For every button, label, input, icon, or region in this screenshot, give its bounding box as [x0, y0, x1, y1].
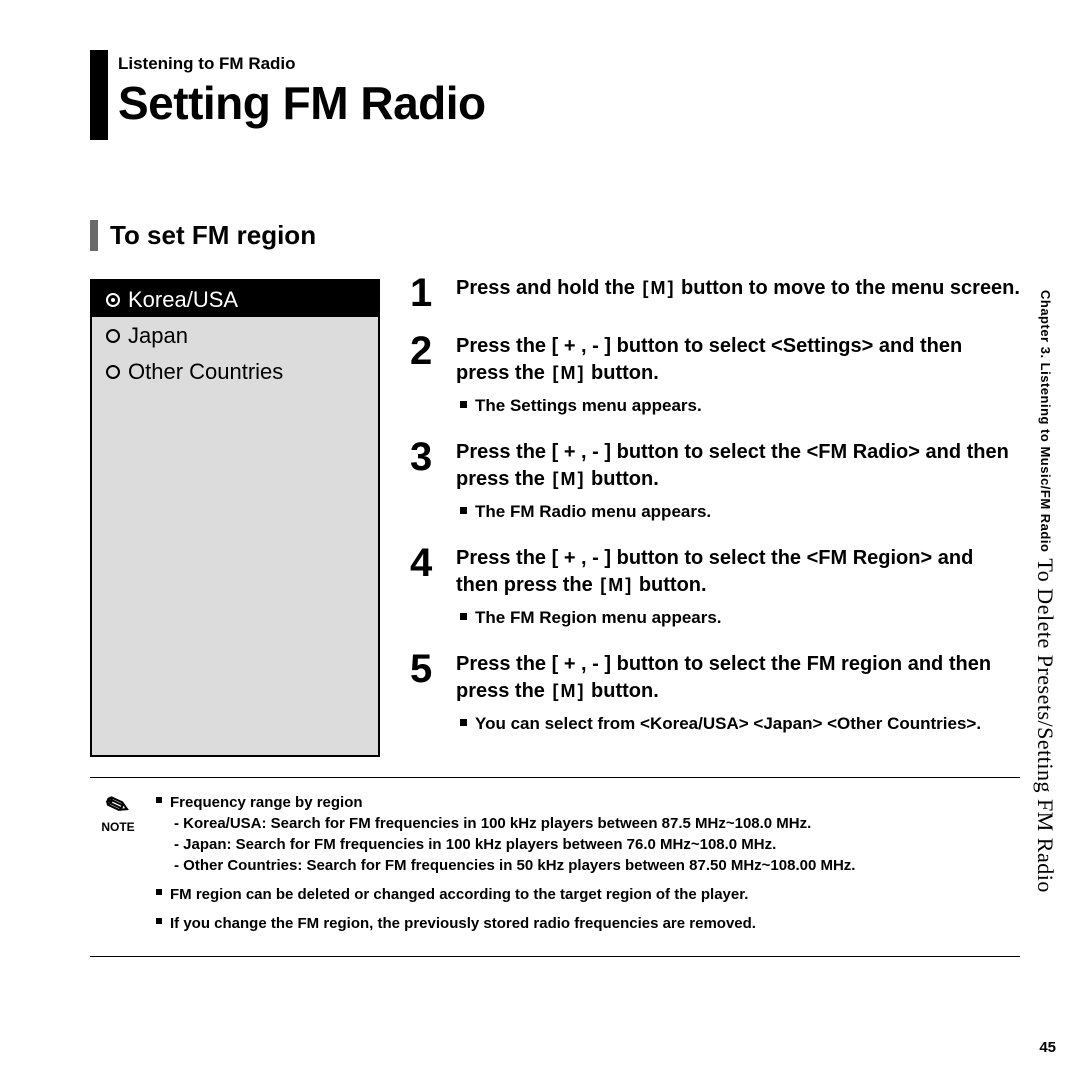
m-button-icon: M — [550, 361, 585, 385]
note-item: If you change the FM region, the previou… — [156, 913, 1016, 934]
step-sub-note: You can select from <Korea/USA> <Japan> … — [460, 713, 1020, 735]
square-bullet-icon — [460, 507, 467, 514]
step-list: 1 Press and hold the M button to move to … — [410, 275, 1030, 757]
radio-icon — [106, 365, 120, 379]
region-select-box: Korea/USA Japan Other Countries — [90, 279, 380, 757]
note-item: Frequency range by region- Korea/USA: Se… — [156, 792, 1016, 876]
title-block: Listening to FM Radio Setting FM Radio — [80, 50, 1030, 130]
step-body: Press the [ + , - ] button to select the… — [456, 439, 1020, 523]
step-instruction: Press the [ + , - ] button to select <Se… — [456, 333, 1020, 387]
step: 5 Press the [ + , - ] button to select th… — [410, 651, 1020, 735]
square-bullet-icon — [156, 797, 162, 803]
square-bullet-icon — [156, 918, 162, 924]
note-label: NOTE — [101, 820, 134, 834]
radio-icon — [106, 293, 120, 307]
region-option-label: Korea/USA — [128, 287, 238, 313]
page-title: Setting FM Radio — [118, 76, 1030, 130]
step: 2 Press the [ + , - ] button to select <S… — [410, 333, 1020, 417]
square-bullet-icon — [460, 613, 467, 620]
step-number: 2 — [410, 333, 442, 417]
m-button-icon: M — [550, 679, 585, 703]
note-item: FM region can be deleted or changed acco… — [156, 884, 1016, 905]
region-option[interactable]: Japan — [92, 317, 378, 353]
m-button-icon: M — [550, 467, 585, 491]
step-instruction: Press the [ + , - ] button to select the… — [456, 651, 1020, 705]
step-body: Press the [ + , - ] button to select <Se… — [456, 333, 1020, 417]
step-body: Press the [ + , - ] button to select the… — [456, 651, 1020, 735]
step-number: 1 — [410, 275, 442, 311]
breadcrumb: Listening to FM Radio — [118, 50, 1030, 74]
step: 1 Press and hold the M button to move to … — [410, 275, 1020, 311]
step-body: Press and hold the M button to move to t… — [456, 275, 1020, 311]
step-instruction: Press the [ + , - ] button to select the… — [456, 439, 1020, 493]
radio-icon — [106, 329, 120, 343]
square-bullet-icon — [156, 889, 162, 895]
step-instruction: Press the [ + , - ] button to select the… — [456, 545, 1020, 599]
region-option[interactable]: Other Countries — [92, 353, 378, 389]
square-bullet-icon — [460, 401, 467, 408]
step-body: Press the [ + , - ] button to select the… — [456, 545, 1020, 629]
m-button-icon: M — [598, 573, 633, 597]
step-instruction: Press and hold the M button to move to t… — [456, 275, 1020, 302]
note-block: ✎ NOTE Frequency range by region- Korea/… — [90, 777, 1020, 957]
region-option[interactable]: Korea/USA — [92, 281, 378, 317]
region-option-label: Japan — [128, 323, 188, 349]
step-number: 4 — [410, 545, 442, 629]
step-number: 5 — [410, 651, 442, 735]
content: Korea/USA Japan Other Countries 1 Press and… — [90, 275, 1030, 757]
note-list: Frequency range by region- Korea/USA: Se… — [156, 792, 1016, 942]
note-icon: ✎ NOTE — [94, 792, 142, 942]
chapter-label: Chapter 3. Listening to Music/FM Radio — [1038, 290, 1053, 552]
step-sub-note: The FM Region menu appears. — [460, 607, 1020, 629]
pencil-icon: ✎ — [102, 789, 134, 823]
step: 4 Press the [ + , - ] button to select th… — [410, 545, 1020, 629]
step-number: 3 — [410, 439, 442, 523]
chapter-section: To Delete Presets/Setting FM Radio — [1033, 558, 1058, 892]
step-sub-note: The Settings menu appears. — [460, 395, 1020, 417]
m-button-icon: M — [640, 276, 675, 300]
step: 3 Press the [ + , - ] button to select th… — [410, 439, 1020, 523]
region-option-label: Other Countries — [128, 359, 283, 385]
title-bar — [90, 50, 108, 140]
side-chapter-tab: Chapter 3. Listening to Music/FM Radio T… — [1030, 290, 1060, 893]
page-number: 45 — [1039, 1039, 1056, 1056]
section-title: To set FM region — [90, 220, 1030, 251]
step-sub-note: The FM Radio menu appears. — [460, 501, 1020, 523]
square-bullet-icon — [460, 719, 467, 726]
